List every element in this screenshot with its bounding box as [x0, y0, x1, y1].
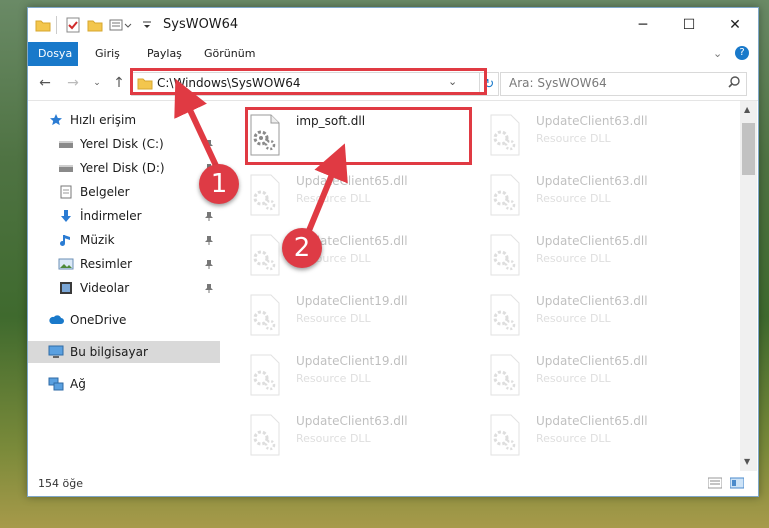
arrow-to-address — [174, 78, 221, 172]
step-1-badge: 1 — [199, 164, 239, 204]
arrow-to-file — [305, 143, 348, 235]
tutorial-arrows — [174, 78, 348, 235]
step-2-badge: 2 — [282, 228, 322, 268]
